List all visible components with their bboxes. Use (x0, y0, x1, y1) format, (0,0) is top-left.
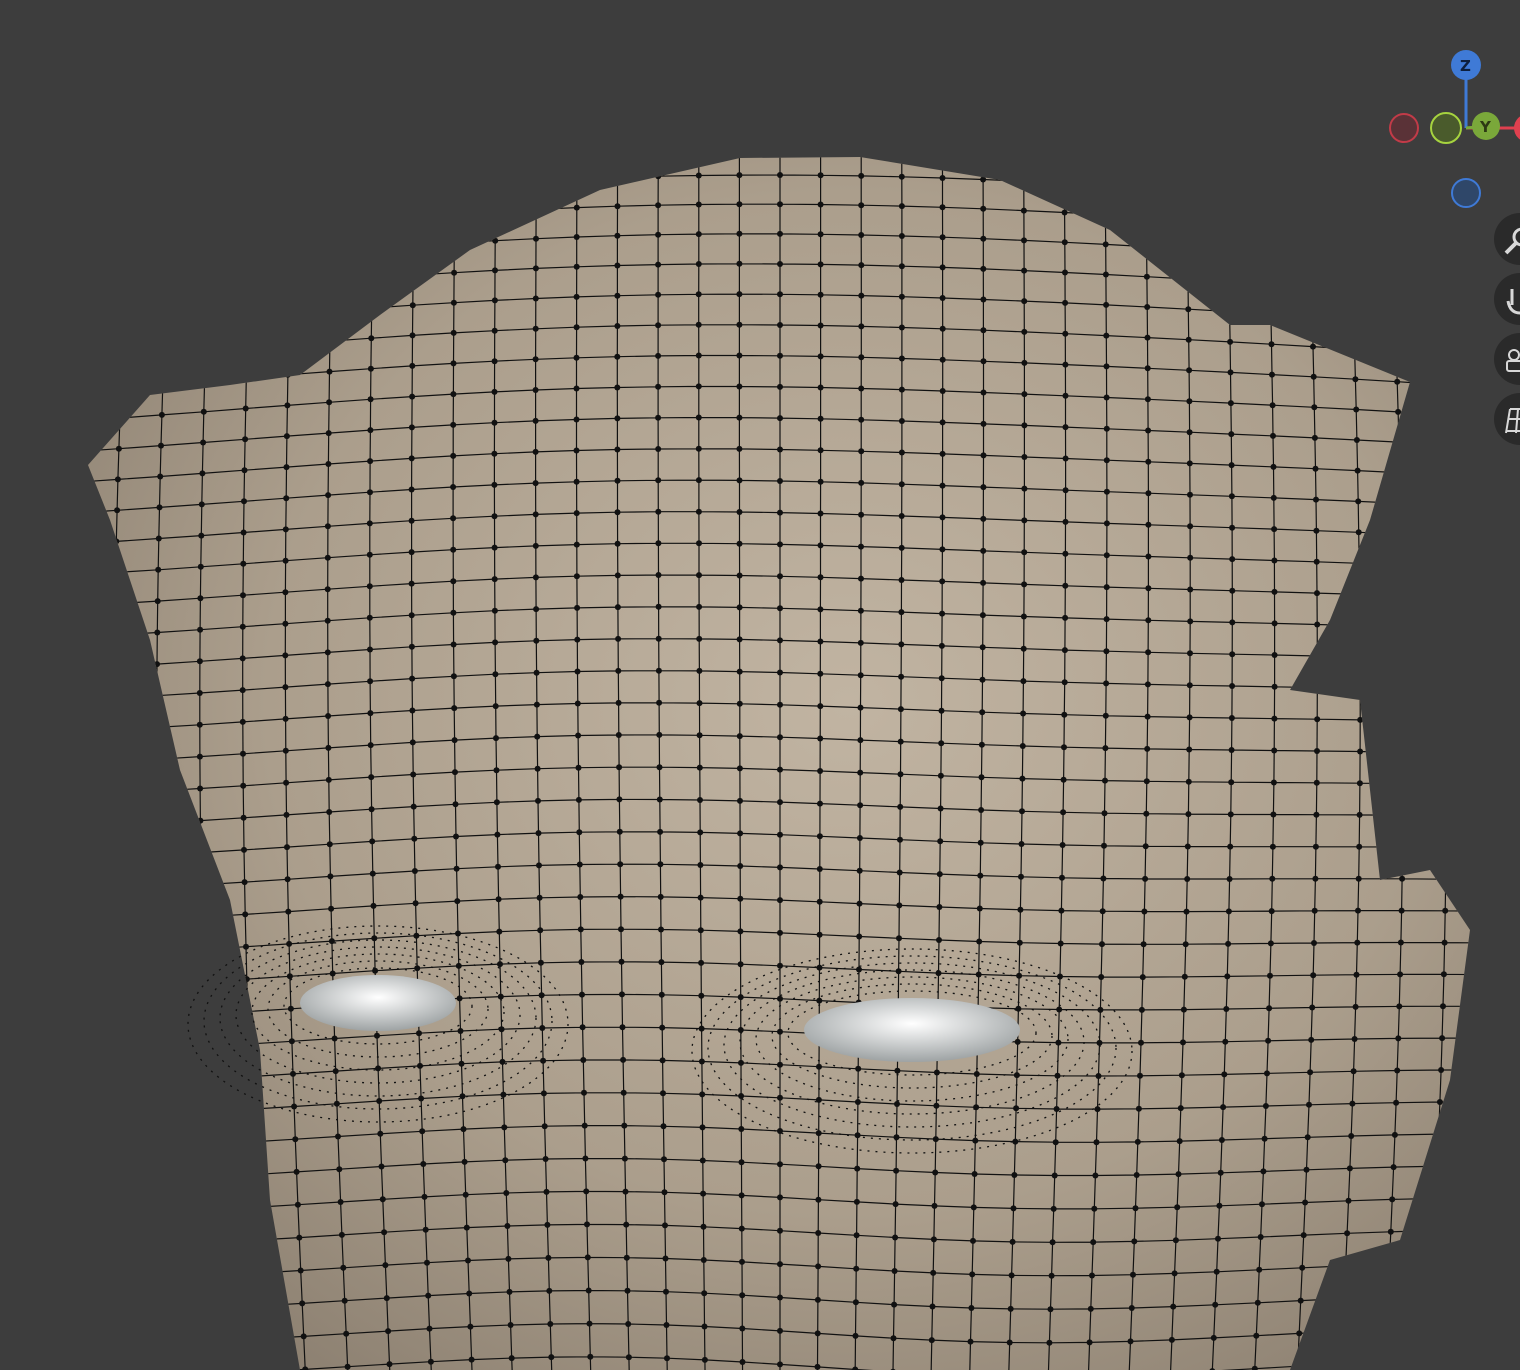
gizmo-x-handle[interactable] (1514, 114, 1520, 142)
navigation-gizmo[interactable]: Y Z (1389, 50, 1520, 208)
head-mesh[interactable] (67, 117, 1493, 1370)
mesh-scene[interactable]: Y Z (0, 0, 1520, 1370)
grid-perspective-icon (1505, 408, 1520, 434)
gizmo-z-label: Z (1460, 57, 1471, 75)
right-eye (804, 998, 1020, 1062)
left-eye (300, 975, 456, 1031)
gizmo-y-label: Y (1479, 118, 1492, 136)
gizmo-neg-z-handle[interactable] (1451, 178, 1481, 208)
3d-viewport[interactable]: Y Z (0, 0, 1520, 1370)
zoom-icon (1504, 227, 1520, 255)
pan-hand-icon (1506, 289, 1520, 315)
gizmo-neg-y-handle[interactable] (1430, 112, 1462, 144)
gizmo-neg-x-handle[interactable] (1389, 113, 1419, 143)
camera-icon (1506, 349, 1520, 372)
